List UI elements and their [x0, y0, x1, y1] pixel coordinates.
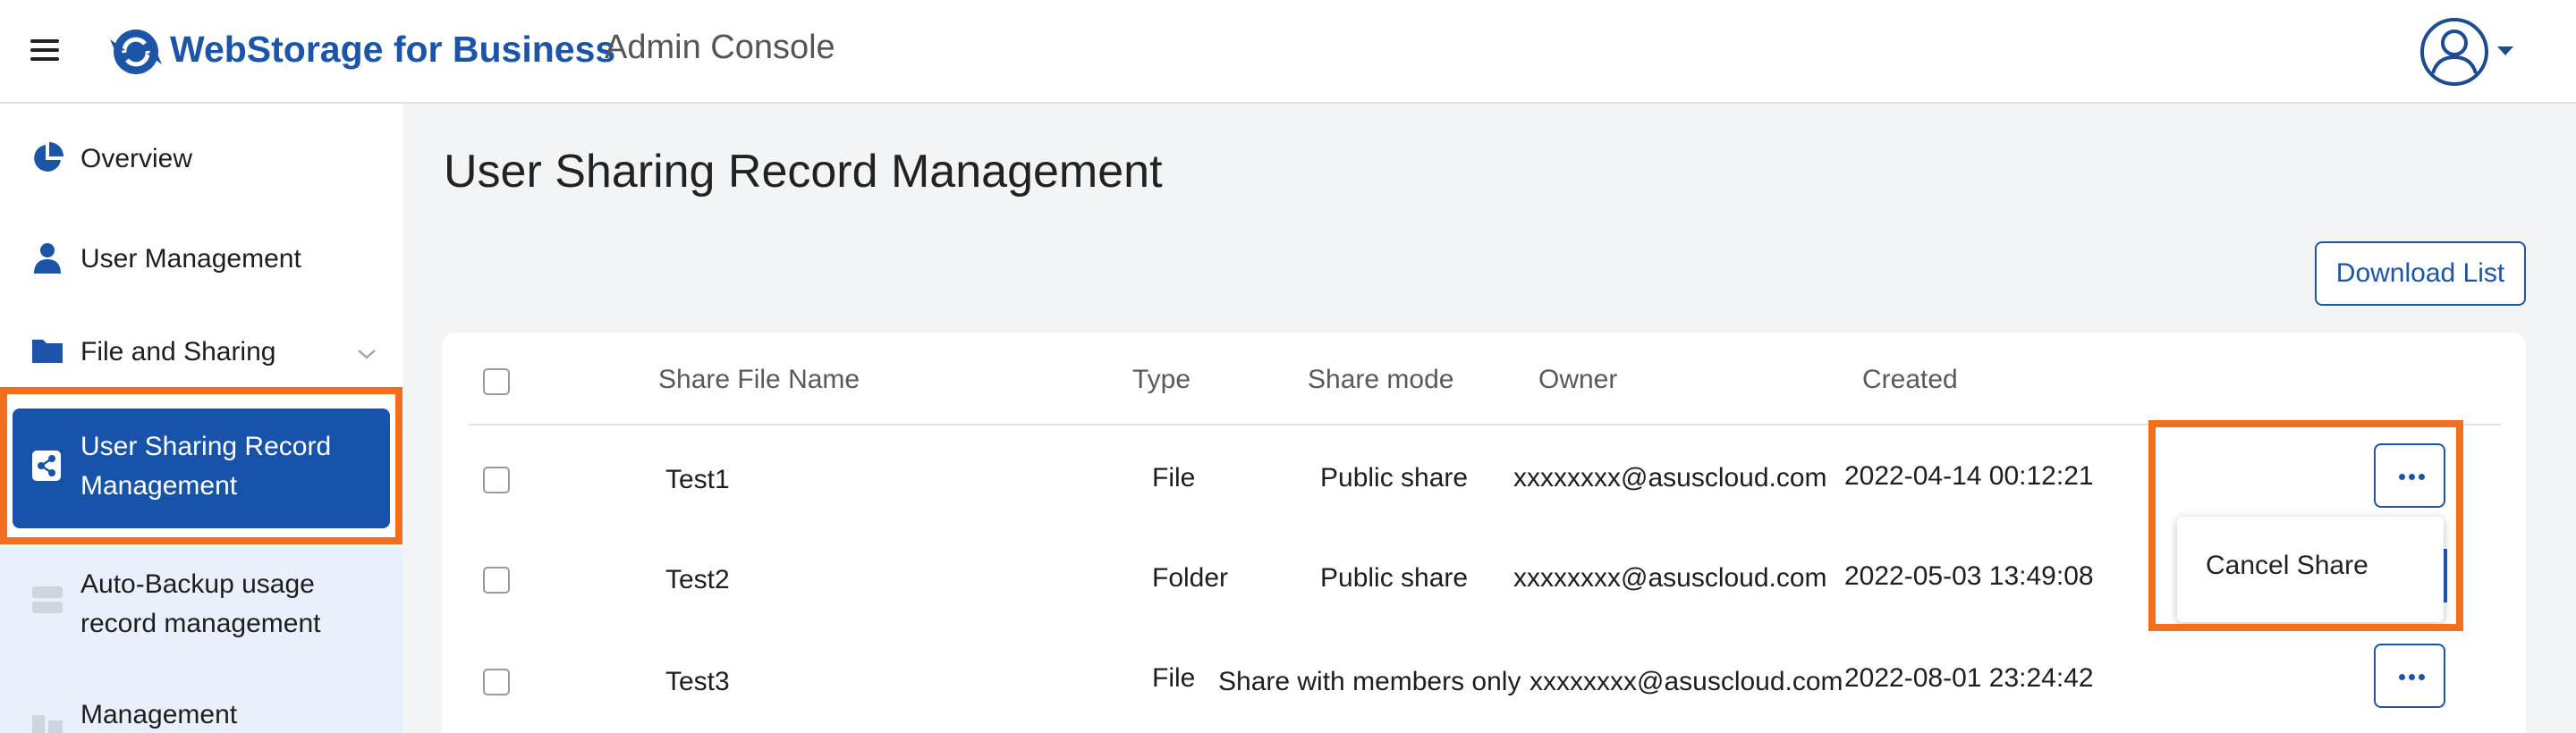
select-all-checkbox[interactable]	[483, 368, 510, 395]
cell-owner: xxxxxxxx@asuscloud.com	[1513, 563, 1827, 593]
cell-file-name: Test3	[665, 667, 730, 696]
column-header-type[interactable]: Type	[1132, 365, 1191, 395]
row-checkbox[interactable]	[483, 567, 510, 594]
pie-chart-icon	[34, 142, 64, 172]
sidebar-item-label: Overview	[80, 144, 193, 173]
sidebar-item-label: User Management	[80, 244, 301, 274]
cell-type: File	[1152, 463, 1196, 493]
cell-share-mode: Public share	[1320, 563, 1469, 593]
cell-owner: xxxxxxxx@asuscloud.com	[1513, 463, 1827, 493]
highlight-box-actions	[2148, 420, 2463, 631]
column-header-created[interactable]: Created	[1862, 365, 1958, 395]
sidebar-item-overview[interactable]: Overview	[0, 123, 402, 195]
webstorage-logo-icon[interactable]	[107, 25, 165, 79]
sidebar-item-user-management[interactable]: User Management	[0, 223, 402, 295]
more-actions-button[interactable]	[2374, 644, 2445, 708]
brand-title[interactable]: WebStorage for Business	[170, 29, 615, 71]
console-subtitle: Admin Console	[605, 29, 835, 66]
cell-created: 2022-04-14 00:12:21	[1844, 461, 2094, 491]
cell-file-name: Test1	[665, 465, 730, 494]
download-list-button[interactable]: Download List	[2315, 241, 2526, 306]
chevron-down-icon[interactable]	[356, 343, 377, 365]
cell-type: File	[1152, 663, 1196, 693]
sidebar-item-label: Auto-Backup usage record management	[80, 569, 321, 638]
column-header-share-mode[interactable]: Share mode	[1308, 365, 1453, 395]
row-checkbox[interactable]	[483, 669, 510, 695]
folder-icon	[32, 340, 63, 363]
cell-created: 2022-08-01 23:24:42	[1844, 663, 2094, 693]
column-header-share-file-name[interactable]: Share File Name	[658, 365, 860, 395]
cell-created: 2022-05-03 13:49:08	[1844, 561, 2094, 591]
column-header-owner[interactable]: Owner	[1538, 365, 1617, 395]
sidebar-item-file-and-sharing[interactable]: File and Sharing	[0, 318, 402, 390]
cell-owner: xxxxxxxx@asuscloud.com	[1530, 667, 1843, 696]
cell-share-mode: Public share	[1320, 463, 1469, 493]
cell-type: Folder	[1152, 563, 1229, 593]
sidebar-item-label: Management	[80, 700, 238, 729]
cell-share-mode: Share with members only	[1218, 667, 1521, 696]
cell-file-name: Test2	[665, 565, 730, 594]
server-icon	[32, 586, 63, 613]
sidebar-item-auto-backup[interactable]: Auto-Backup usage record management	[0, 558, 402, 656]
sidebar-item-label: File and Sharing	[80, 337, 276, 366]
top-bar: WebStorage for Business Admin Console	[0, 0, 2576, 104]
page-title: User Sharing Record Management	[444, 146, 1163, 198]
sidebar-item-management[interactable]: Management	[0, 692, 402, 733]
row-checkbox[interactable]	[483, 467, 510, 493]
person-icon	[34, 243, 61, 274]
management-icon	[32, 715, 63, 733]
highlight-box-sidebar	[0, 387, 402, 544]
hamburger-menu-icon[interactable]	[30, 38, 59, 63]
user-avatar-icon[interactable]	[2419, 16, 2490, 88]
account-dropdown-caret-icon[interactable]	[2497, 46, 2513, 55]
